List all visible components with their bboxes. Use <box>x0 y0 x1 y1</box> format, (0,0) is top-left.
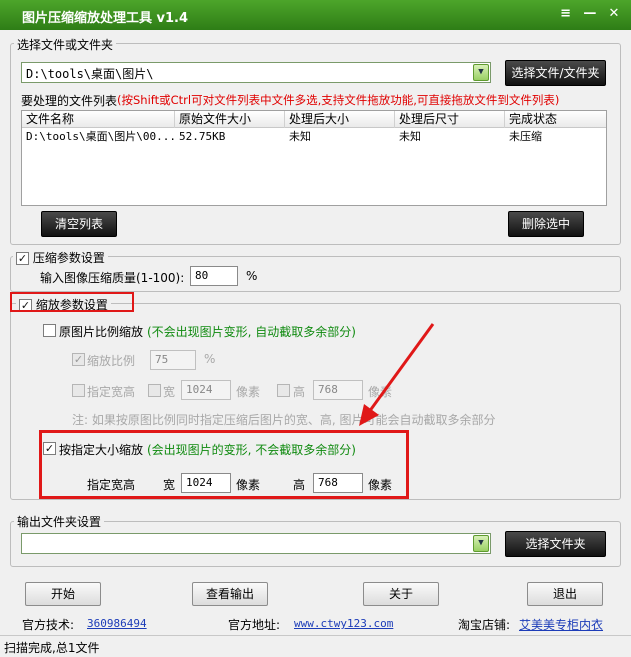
compress-legend: ✓ 压缩参数设置 <box>13 249 108 266</box>
shop-link[interactable]: 艾美美专柜内衣 <box>519 616 603 633</box>
height-checkbox[interactable] <box>277 384 290 397</box>
fixed-size-label: 指定宽高 <box>87 385 136 399</box>
chevron-down-icon[interactable]: ▼ <box>473 64 489 81</box>
support-label: 官方技术: <box>22 618 75 632</box>
width-checkbox[interactable] <box>148 384 161 397</box>
file-list-label: 要处理的文件列表 <box>21 94 118 108</box>
chevron-down-icon[interactable]: ▼ <box>473 535 489 552</box>
highlight-box <box>10 292 134 312</box>
exit-button[interactable]: 退出 <box>527 582 603 606</box>
fixed-size-checkbox[interactable] <box>72 384 85 397</box>
about-button[interactable]: 关于 <box>363 582 439 606</box>
file-list[interactable]: 文件名称 原始文件大小 处理后大小 处理后尺寸 完成状态 D:\tools\桌面… <box>21 110 607 206</box>
source-path-value: D:\tools\桌面\图片\ <box>26 67 154 81</box>
site-link[interactable]: www.ctwy123.com <box>294 617 393 630</box>
arrow-annotation <box>359 323 435 426</box>
ratio-unit: % <box>204 352 216 366</box>
start-button[interactable]: 开始 <box>25 582 101 606</box>
compress-checkbox[interactable]: ✓ <box>16 252 29 265</box>
output-legend: 输出文件夹设置 <box>14 513 105 530</box>
cell-status: 未压缩 <box>509 130 542 143</box>
cell-filename: D:\tools\桌面\图片\00... <box>26 130 175 143</box>
width-label: 宽 <box>163 385 176 399</box>
status-bar: 扫描完成,总1文件 <box>0 635 631 657</box>
shop-label: 淘宝店铺: <box>458 618 511 632</box>
file-list-header: 文件名称 原始文件大小 处理后大小 处理后尺寸 完成状态 <box>22 111 606 128</box>
choose-output-folder-button[interactable]: 选择文件夹 <box>505 531 606 557</box>
cell-processed-size: 未知 <box>289 130 311 143</box>
window-title: 图片压缩缩放处理工具 v1.4 <box>22 11 189 26</box>
window-controls: ≡ — ✕ <box>555 5 623 23</box>
ratio-mode-label: 原图片比例缩放 <box>59 325 144 339</box>
ratio-mode-checkbox[interactable] <box>43 324 56 337</box>
cell-processed-dimensions: 未知 <box>399 130 421 143</box>
view-output-button[interactable]: 查看输出 <box>192 582 268 606</box>
height-label: 高 <box>293 385 306 399</box>
minimize-icon[interactable]: — <box>581 5 599 23</box>
ratio-label: 缩放比例 <box>87 354 136 368</box>
width-input[interactable]: 1024 <box>181 380 231 400</box>
choose-file-button[interactable]: 选择文件/文件夹 <box>505 60 606 86</box>
source-path-combo[interactable]: D:\tools\桌面\图片\ ▼ <box>21 62 491 83</box>
quality-label: 输入图像压缩质量(1-100): <box>40 271 185 285</box>
title-bar[interactable]: 图片压缩缩放处理工具 v1.4 ≡ — ✕ <box>0 0 631 30</box>
support-link[interactable]: 360986494 <box>87 617 147 630</box>
status-text: 扫描完成,总1文件 <box>4 641 100 655</box>
ratio-input[interactable]: 75 <box>150 350 196 370</box>
highlight-box <box>39 430 409 499</box>
site-label: 官方地址: <box>228 618 281 632</box>
menu-icon[interactable]: ≡ <box>557 5 575 23</box>
width-unit: 像素 <box>236 385 261 399</box>
app-window: 图片压缩缩放处理工具 v1.4 ≡ — ✕ 选择文件或文件夹 D:\tools\… <box>0 0 631 657</box>
clear-list-button[interactable]: 清空列表 <box>41 211 117 237</box>
quality-unit: % <box>246 269 258 283</box>
column-header[interactable]: 完成状态 <box>505 111 608 128</box>
delete-selected-button[interactable]: 删除选中 <box>508 211 584 237</box>
column-header[interactable]: 文件名称 <box>22 111 175 128</box>
compress-legend-text: 压缩参数设置 <box>32 251 105 265</box>
quality-input[interactable]: 80 <box>190 266 238 286</box>
output-path-combo[interactable]: ▼ <box>21 533 491 554</box>
file-list-hint: (按Shift或Ctrl可对文件列表中文件多选,支持文件拖放功能,可直接拖放文件… <box>117 93 560 107</box>
column-header[interactable]: 处理后大小 <box>285 111 395 128</box>
ratio-checkbox[interactable]: ✓ <box>72 353 85 366</box>
source-legend: 选择文件或文件夹 <box>14 36 117 53</box>
cell-original-size: 52.75KB <box>179 130 226 143</box>
column-header[interactable]: 处理后尺寸 <box>395 111 505 128</box>
column-header[interactable]: 原始文件大小 <box>175 111 285 128</box>
ratio-mode-hint: (不会出现图片变形, 自动截取多余部分) <box>147 325 356 339</box>
close-icon[interactable]: ✕ <box>605 5 623 23</box>
